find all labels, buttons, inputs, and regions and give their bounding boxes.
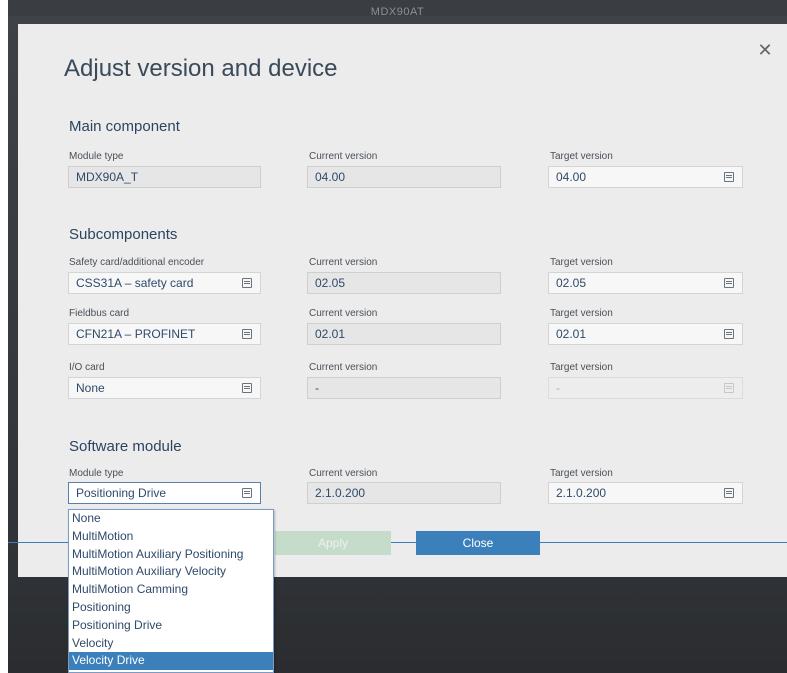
software-current-label: Current version [309,468,378,479]
dialog-title: Adjust version and device [64,55,338,82]
io-card-select[interactable]: None [68,377,261,399]
io-current-field: - [307,377,501,399]
fieldbus-target-select[interactable]: 02.01 [548,323,743,345]
fieldbus-target-value: 02.01 [556,327,587,341]
software-module-dropdown[interactable]: None MultiMotion MultiMotion Auxiliary P… [68,509,274,673]
list-icon[interactable] [724,488,734,498]
safety-card-label: Safety card/additional encoder [69,257,205,268]
fieldbus-current-value: 02.01 [315,327,346,341]
fieldbus-card-label: Fieldbus card [69,308,130,319]
safety-target-label: Target version [550,257,613,268]
io-target-select: - [548,377,743,399]
fieldbus-current-field: 02.01 [307,323,501,345]
button-bar-divider [391,542,416,543]
safety-target-select[interactable]: 02.05 [548,272,743,294]
current-version-label: Current version [309,151,378,162]
dropdown-option-multimotion[interactable]: MultiMotion [69,528,273,546]
software-current-value: 2.1.0.200 [315,486,366,500]
close-button[interactable]: Close [416,531,540,555]
apply-button: Apply [275,531,391,555]
io-card-value: None [76,381,105,395]
list-icon[interactable] [724,278,734,288]
software-target-select[interactable]: 2.1.0.200 [548,482,743,504]
list-icon[interactable] [242,383,252,393]
fieldbus-target-label: Target version [550,308,613,319]
safety-current-field: 02.05 [307,272,501,294]
safety-card-value: CSS31A – safety card [76,276,194,290]
io-card-label: I/O card [69,362,105,373]
dropdown-option-multimotion-aux-velocity[interactable]: MultiMotion Auxiliary Velocity [69,563,273,581]
dropdown-option-multimotion-camming[interactable]: MultiMotion Camming [69,581,273,599]
dropdown-option-positioning[interactable]: Positioning [69,599,273,617]
software-module-heading: Software module [69,438,182,455]
module-type-value: MDX90A_T [76,170,139,184]
fieldbus-current-label: Current version [309,308,378,319]
fieldbus-card-value: CFN21A – PROFINET [76,327,196,341]
dropdown-option-multimotion-aux-positioning[interactable]: MultiMotion Auxiliary Positioning [69,546,273,564]
list-icon[interactable] [242,488,252,498]
subcomponents-heading: Subcomponents [69,226,178,243]
safety-current-value: 02.05 [315,276,346,290]
safety-current-label: Current version [309,257,378,268]
io-target-label: Target version [550,362,613,373]
fieldbus-card-select[interactable]: CFN21A – PROFINET [68,323,261,345]
current-version-field: 04.00 [307,166,501,188]
list-icon[interactable] [242,329,252,339]
button-bar-divider [8,542,68,543]
software-target-value: 2.1.0.200 [556,486,607,500]
dropdown-option-velocity-drive[interactable]: Velocity Drive [69,652,273,671]
software-module-type-label: Module type [69,468,124,479]
safety-card-select[interactable]: CSS31A – safety card [68,272,261,294]
safety-target-value: 02.05 [556,276,587,290]
target-version-select[interactable]: 04.00 [548,166,743,188]
list-icon[interactable] [724,329,734,339]
button-bar-divider [540,542,787,543]
close-icon[interactable]: ✕ [755,40,775,60]
module-type-field: MDX90A_T [68,166,261,188]
current-version-value: 04.00 [315,170,346,184]
software-module-type-select[interactable]: Positioning Drive [68,482,261,504]
target-version-value: 04.00 [556,170,587,184]
software-module-type-value: Positioning Drive [76,486,167,500]
list-icon [724,383,734,393]
software-target-label: Target version [550,468,613,479]
list-icon[interactable] [242,278,252,288]
target-version-label: Target version [550,151,613,162]
io-current-label: Current version [309,362,378,373]
main-component-heading: Main component [69,118,180,135]
dropdown-option-velocity[interactable]: Velocity [69,635,273,653]
dropdown-option-none[interactable]: None [69,510,273,528]
io-target-value: - [556,381,560,395]
software-current-field: 2.1.0.200 [307,482,501,504]
module-type-label: Module type [69,151,124,162]
dropdown-option-positioning-drive[interactable]: Positioning Drive [69,617,273,635]
list-icon[interactable] [724,172,734,182]
io-current-value: - [315,381,319,395]
